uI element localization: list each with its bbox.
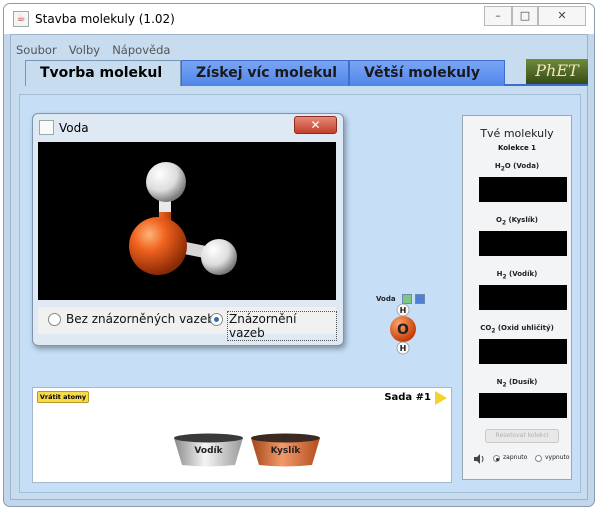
dialog-close-button[interactable]: ✕ [294,116,337,134]
oxygen-bucket[interactable]: Kyslík [250,433,321,467]
oxygen-atom [129,217,187,275]
goal-label-carbon-dioxide: CO2 (Oxid uhličitý) [480,324,554,335]
dialog-title: Voda [59,121,89,135]
atom-symbol-h1: H [400,306,407,315]
goal-box-water[interactable] [479,177,567,202]
next-kit-arrow-icon[interactable] [435,391,447,405]
built-molecule-label: Voda [376,295,396,303]
tab-bar: Tvorba molekul Získej víc molekul Větší … [25,58,588,86]
window-title: Stavba molekuly (1.02) [35,12,175,26]
atom-symbol-o: O [397,322,409,338]
radio-no-bonds[interactable] [48,313,61,326]
java-app-icon: ☕ [13,11,29,27]
atom-symbol-h2: H [400,344,407,353]
reset-collection-button[interactable]: Resetovat kolekci [485,429,559,443]
goal-box-oxygen[interactable] [479,231,567,256]
molecule-3d-dialog: Voda ✕ Bez znázorněných vazeb Znázornění… [32,113,344,346]
hydrogen-atom-top [146,162,186,202]
goal-box-carbon-dioxide[interactable] [479,339,567,364]
goal-box-nitrogen[interactable] [479,393,567,418]
play-area: Voda ✕ Bez znázorněných vazeb Znázornění… [19,94,581,493]
bond-display-options: Bez znázorněných vazeb Znázornění vazeb [38,307,337,341]
tab-tvorba-molekul[interactable]: Tvorba molekul [25,60,181,86]
tab-ziskej-vic-molekul[interactable]: Získej víc molekul [181,60,349,86]
built-water-molecule[interactable]: H O H [385,303,421,355]
hydrogen-bucket-label: Vodík [194,446,223,456]
water-molecule-3d [129,162,237,275]
phet-logo[interactable]: PhET [526,59,588,84]
menu-bar: Soubor Volby Nápověda [11,39,172,57]
menu-soubor[interactable]: Soubor [16,43,57,57]
tab-vetsi-molekuly[interactable]: Větší molekuly [349,60,505,86]
goal-label-water: H2O (Voda) [494,162,540,173]
maximize-button[interactable]: □ [512,6,538,26]
sound-controls: zapnuto vypnuto [473,452,570,466]
oxygen-bucket-label: Kyslík [270,446,301,456]
minimize-button[interactable]: – [484,6,512,26]
menu-volby[interactable]: Volby [69,43,100,57]
title-bar: ☕ Stavba molekuly (1.02) – □ ✕ [4,4,594,34]
sound-off-radio[interactable] [535,455,542,462]
menu-napoveda[interactable]: Nápověda [112,43,170,57]
hydrogen-bucket[interactable]: Vodík [173,433,244,467]
return-atoms-button[interactable]: Vrátit atomy [37,391,89,403]
kit-set-label: Sada #1 [384,392,431,403]
radio-show-bonds-label[interactable]: Znázornění vazeb [227,311,337,341]
radio-no-bonds-label[interactable]: Bez znázorněných vazeb [66,312,215,326]
sound-on-radio[interactable] [493,455,500,462]
sound-on-label[interactable]: zapnuto [503,454,527,461]
goal-label-nitrogen: N2 (Dusík) [496,378,538,389]
molecule-3d-viewer[interactable] [38,142,336,300]
radio-show-bonds[interactable] [210,313,223,326]
app-window: ☕ Stavba molekuly (1.02) – □ ✕ Soubor Vo… [3,3,595,507]
atom-kit: Vrátit atomy Sada #1 Vodík Kyslík [32,387,452,483]
goal-label-oxygen: O2 (Kyslík) [495,216,538,227]
sound-off-label[interactable]: vypnuto [545,454,570,461]
goal-label-hydrogen: H2 (Vodík) [496,270,538,281]
speaker-icon [474,454,484,464]
goal-box-hydrogen[interactable] [479,285,567,310]
collection-subtitle: Kolekce 1 [497,144,537,152]
hydrogen-atom-right [201,239,237,275]
app-frame: Soubor Volby Nápověda Tvorba molekul Zís… [10,34,588,500]
collection-title: Tvé molekuly [480,127,554,140]
collection-panel: Tvé molekuly Kolekce 1 H2O (Voda) O2 (Ky… [462,115,572,480]
java-app-icon [39,120,54,135]
close-button[interactable]: ✕ [538,6,586,26]
